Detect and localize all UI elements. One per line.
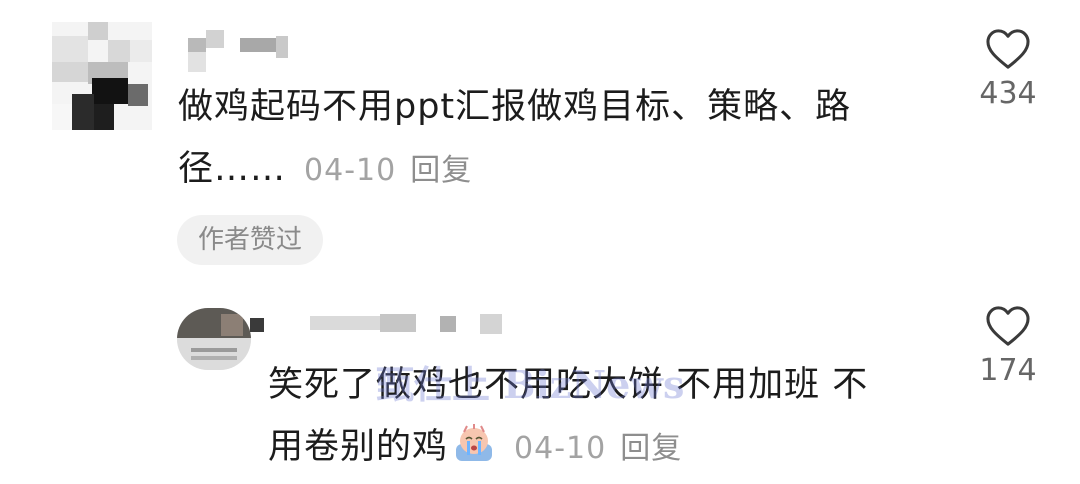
crying-face-emoji-icon bbox=[452, 422, 496, 462]
author-liked-badge: 作者赞过 bbox=[177, 215, 323, 265]
reply-button[interactable]: 回复 bbox=[620, 431, 682, 466]
comment-date: 04-10 bbox=[514, 431, 607, 466]
comment-text-line: 径…… bbox=[178, 149, 287, 189]
comment-text-line: 笑死了做鸡也不用吃大饼 不用加班 不 bbox=[268, 365, 869, 405]
like-column: 174 bbox=[975, 305, 1041, 388]
heart-icon[interactable] bbox=[985, 305, 1031, 347]
heart-icon[interactable] bbox=[985, 28, 1031, 70]
like-count: 434 bbox=[979, 76, 1037, 111]
reply-button[interactable]: 回复 bbox=[410, 153, 472, 188]
like-count: 174 bbox=[979, 353, 1037, 388]
comment-body: 做鸡起码不用ppt汇报做鸡目标、策略、路 径…… 04-10 回复 bbox=[178, 76, 958, 202]
username[interactable] bbox=[188, 30, 298, 74]
comment-date: 04-10 bbox=[304, 153, 397, 188]
avatar[interactable] bbox=[177, 308, 251, 370]
avatar[interactable] bbox=[52, 22, 152, 130]
username[interactable] bbox=[250, 312, 520, 338]
comment-body: 笑死了做鸡也不用吃大饼 不用加班 不 用卷别的鸡 04-10 回复 bbox=[268, 354, 948, 480]
like-column: 434 bbox=[975, 28, 1041, 111]
comment-text-line: 用卷别的鸡 bbox=[268, 427, 449, 467]
comment-text-line: 做鸡起码不用ppt汇报做鸡目标、策略、路 bbox=[178, 87, 852, 127]
